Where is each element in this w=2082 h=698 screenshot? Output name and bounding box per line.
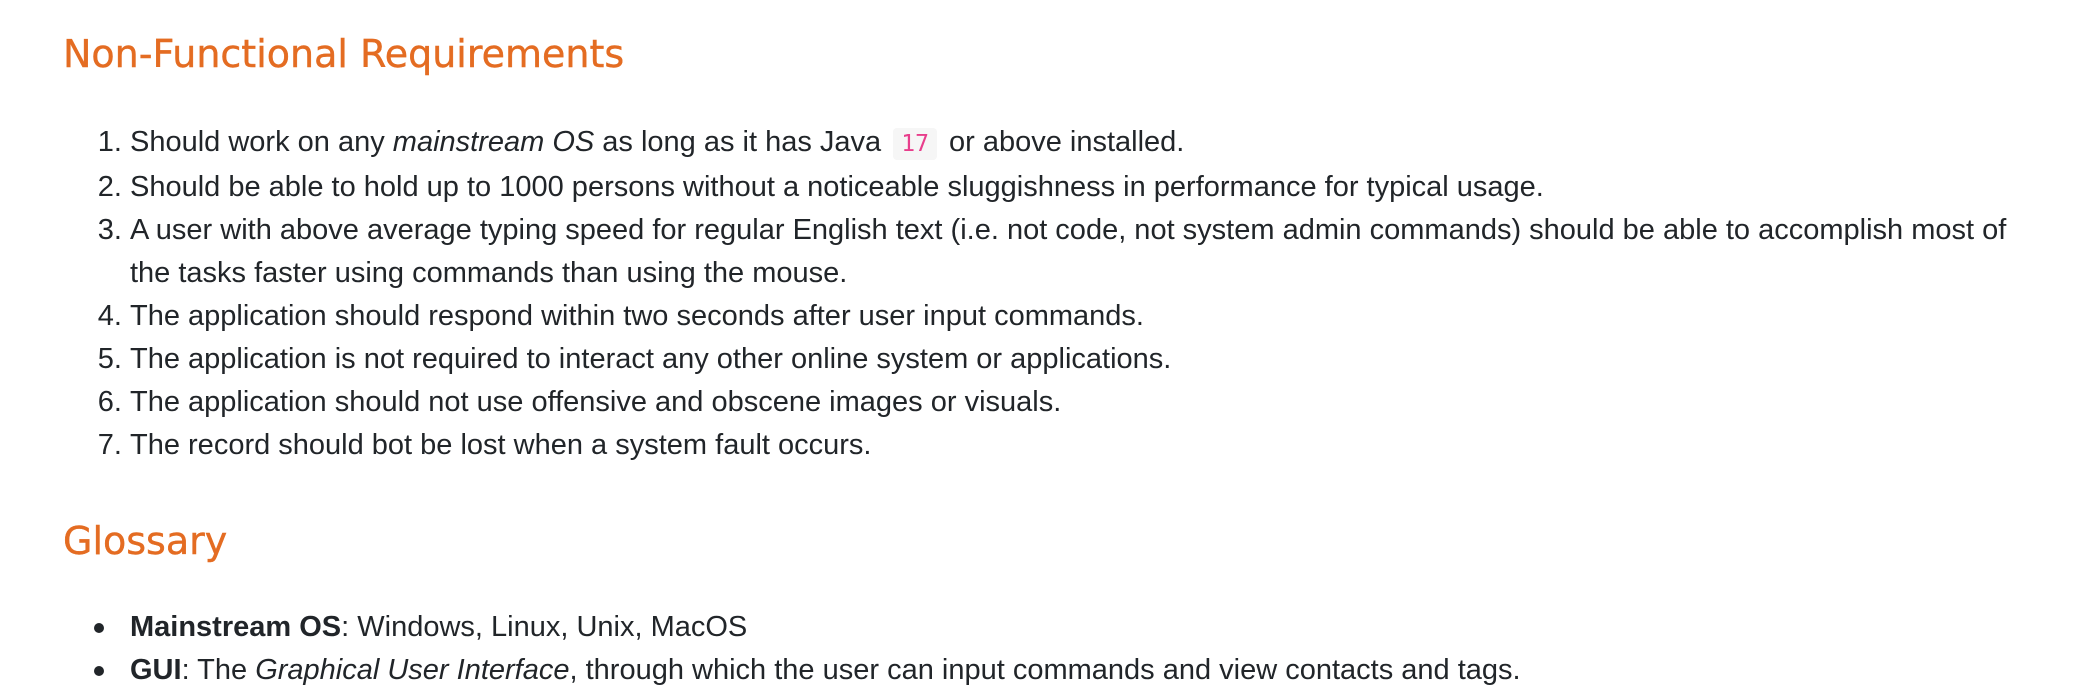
bullet-icon xyxy=(94,666,104,676)
glossary-definition: : Windows, Linux, Unix, MacOS xyxy=(341,611,748,643)
nfr-item-1-post: or above installed. xyxy=(940,126,1185,158)
nfr-item-3: A user with above average typing speed f… xyxy=(130,209,2023,295)
glossary-item-gui: GUI: The Graphical User Interface, throu… xyxy=(94,649,2023,692)
nfr-item-5: The application is not required to inter… xyxy=(130,338,2023,381)
glossary-definition-pre: : The xyxy=(181,654,256,686)
glossary-term: GUI xyxy=(130,654,182,686)
glossary-list: Mainstream OS: Windows, Linux, Unix, Mac… xyxy=(63,606,2023,692)
glossary-item-mainstream-os: Mainstream OS: Windows, Linux, Unix, Mac… xyxy=(94,606,2023,649)
glossary-definition-post: , through which the user can input comma… xyxy=(569,654,1521,686)
java-version-code: 17 xyxy=(893,128,937,160)
nfr-list: Should work on any mainstream OS as long… xyxy=(63,121,2023,467)
nfr-item-6: The application should not use offensive… xyxy=(130,381,2023,424)
heading-glossary: Glossary xyxy=(63,519,228,563)
bullet-icon xyxy=(94,623,104,633)
nfr-item-2: Should be able to hold up to 1000 person… xyxy=(130,166,2023,209)
nfr-item-7: The record should bot be lost when a sys… xyxy=(130,424,2023,467)
nfr-item-1-pre: Should work on any xyxy=(130,126,393,158)
nfr-item-1-em: mainstream OS xyxy=(392,126,595,158)
nfr-item-1: Should work on any mainstream OS as long… xyxy=(130,121,2023,166)
nfr-item-1-mid: as long as it has Java xyxy=(594,126,890,158)
glossary-definition-em: Graphical User Interface xyxy=(255,654,570,686)
nfr-item-4: The application should respond within tw… xyxy=(130,295,2023,338)
glossary-term: Mainstream OS xyxy=(130,611,342,643)
heading-non-functional-requirements: Non-Functional Requirements xyxy=(63,32,625,76)
